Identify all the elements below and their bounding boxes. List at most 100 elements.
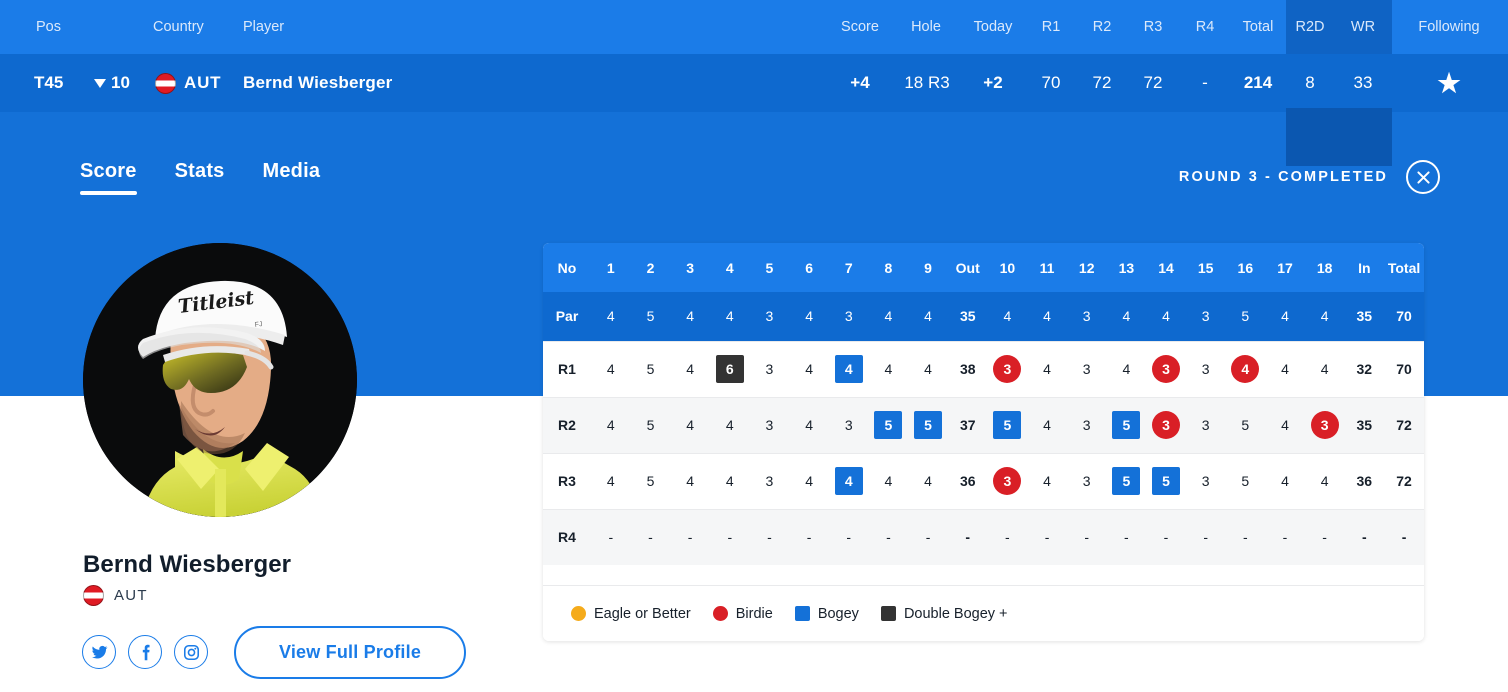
scorecard-cell-r4-14: - — [1146, 508, 1186, 565]
score-badge-birdie: 3 — [993, 467, 1022, 495]
scorecard-cell-r1-6: 4 — [789, 340, 829, 397]
column-header-r2[interactable]: R2 — [1080, 0, 1124, 54]
score-badge-double: 6 — [715, 355, 744, 383]
scorecard-cell-par-17: 4 — [1265, 292, 1305, 341]
score-badge-bogey: 5 — [993, 411, 1022, 439]
score-badge-bogey: 5 — [1112, 411, 1141, 439]
leaderboard-player-row[interactable]: T45 10 AUT Bernd Wiesberger +4 18 R3 +2 … — [0, 54, 1508, 166]
scorecard-cell-r3-13: 5 — [1106, 452, 1147, 509]
scorecard-cell-r3-In: 36 — [1344, 452, 1385, 509]
tab-score[interactable]: Score — [80, 160, 137, 207]
scorecard-cell-r4-11: - — [1027, 508, 1067, 565]
scorecard-cell-r4-13: - — [1106, 508, 1147, 565]
scorecard-cell-r3-18: 4 — [1304, 452, 1345, 509]
scorecard-cell-r4-6: - — [789, 508, 829, 565]
scorecard-cell-r1-17: 4 — [1265, 340, 1305, 397]
austria-flag-icon — [155, 72, 176, 94]
column-header-total[interactable]: Total — [1231, 0, 1285, 54]
scorecard-cell-r4-10: - — [987, 508, 1028, 565]
tab-media[interactable]: Media — [263, 160, 321, 207]
column-header-r3[interactable]: R3 — [1131, 0, 1175, 54]
scorecard-cell-par-18: 4 — [1304, 292, 1345, 341]
score-badge-bogey: 4 — [834, 467, 863, 495]
cell-following[interactable]: ★ — [1394, 54, 1504, 112]
score-badge-bogey: 5 — [874, 411, 903, 439]
cell-country: AUT — [155, 54, 221, 112]
instagram-icon[interactable] — [174, 635, 208, 669]
score-badge-birdie: 3 — [1152, 411, 1181, 439]
close-icon[interactable] — [1406, 160, 1440, 194]
scorecard-cell-par-15: 3 — [1185, 292, 1226, 341]
column-header-wr[interactable]: WR — [1341, 0, 1385, 54]
scorecard-cell-r2-Out: 37 — [947, 396, 988, 453]
scorecard-col-header-out: Out — [947, 243, 988, 292]
column-header-following[interactable]: Following — [1394, 0, 1504, 54]
scorecard-cell-r4-In: - — [1344, 508, 1385, 565]
scorecard-cell-r1-1: 4 — [591, 340, 631, 397]
score-badge-birdie: 4 — [1231, 355, 1260, 383]
player-avatar: Titleist FJ — [83, 243, 357, 517]
column-header-today[interactable]: Today — [963, 0, 1023, 54]
cell-today: +2 — [983, 73, 1003, 92]
scorecard-cell-r2-17: 4 — [1265, 396, 1305, 453]
scorecard-cell-r1-4: 6 — [709, 340, 750, 397]
column-header-r2d[interactable]: R2D — [1288, 0, 1332, 54]
scorecard-cell-r2-6: 4 — [789, 396, 829, 453]
scorecard-cell-r3-7: 4 — [828, 452, 869, 509]
scorecard-cell-r3-4: 4 — [709, 452, 750, 509]
view-full-profile-button[interactable]: View Full Profile — [234, 626, 466, 679]
scorecard-cell-r2-7: 3 — [828, 396, 869, 453]
scorecard-row-label: Par — [543, 292, 591, 341]
scorecard-cell-r1-5: 3 — [749, 340, 790, 397]
scorecard-col-header-hole-15: 15 — [1185, 243, 1226, 292]
scorecard-cell-r3-Total: 72 — [1384, 452, 1424, 509]
column-header-score[interactable]: Score — [830, 0, 890, 54]
scorecard-col-header-hole-10: 10 — [987, 243, 1028, 292]
twitter-icon[interactable] — [82, 635, 116, 669]
scorecard-cell-r4-4: - — [709, 508, 750, 565]
scorecard-col-header-hole-1: 1 — [591, 243, 631, 292]
star-icon[interactable]: ★ — [1437, 70, 1460, 96]
scorecard-cell-r2-3: 4 — [670, 396, 710, 453]
column-header-player[interactable]: Player — [243, 0, 284, 54]
scorecard-row-r1: R1 4 5 4 6 3 4 4 4 4 38 3 4 3 4 3 3 4 4 4 32 70 — [543, 340, 1424, 397]
cell-player-name[interactable]: Bernd Wiesberger — [243, 54, 392, 112]
scorecard-row-label: R4 — [543, 508, 591, 565]
scorecard-col-header-hole-16: 16 — [1225, 243, 1266, 292]
scorecard-body: Par 4 5 4 4 3 4 3 4 4 35 4 4 3 4 4 3 5 4 4 35 70 R1 4 5 4 6 3 4 4 4 4 38… — [543, 292, 1424, 565]
scorecard-cell-r1-3: 4 — [670, 340, 710, 397]
scorecard-cell-r4-8: - — [868, 508, 909, 565]
row-highlight-band — [1286, 108, 1392, 166]
facebook-icon[interactable] — [128, 635, 162, 669]
score-badge-birdie: 3 — [1310, 411, 1339, 439]
column-header-country[interactable]: Country — [153, 0, 204, 54]
legend-item-bogey: Bogey — [794, 605, 859, 622]
tab-stats[interactable]: Stats — [175, 160, 225, 207]
scorecard-cell-r1-15: 3 — [1185, 340, 1226, 397]
scorecard-cell-par-2: 5 — [630, 292, 671, 341]
legend-label: Bogey — [817, 605, 859, 622]
score-badge-bogey: 5 — [1152, 467, 1181, 495]
scorecard-cell-r3-Out: 36 — [947, 452, 988, 509]
scorecard-cell-r4-17: - — [1265, 508, 1305, 565]
scorecard-cell-r2-13: 5 — [1106, 396, 1147, 453]
legend-swatch-birdie-icon — [712, 606, 728, 621]
svg-text:FJ: FJ — [254, 321, 263, 329]
scorecard-cell-par-9: 4 — [908, 292, 948, 341]
scorecard-cell-r2-8: 5 — [868, 396, 909, 453]
player-scorecard-page: Pos Country Player Score Hole Today R1 R… — [0, 0, 1508, 692]
scorecard-cell-par-16: 5 — [1225, 292, 1266, 341]
column-header-r4[interactable]: R4 — [1183, 0, 1227, 54]
scorecard-cell-par-10: 4 — [987, 292, 1028, 341]
column-header-hole[interactable]: Hole — [896, 0, 956, 54]
scorecard-col-header-hole-18: 18 — [1304, 243, 1345, 292]
scorecard-cell-r3-6: 4 — [789, 452, 829, 509]
scorecard-cell-par-Out: 35 — [947, 292, 988, 341]
cell-wr: 33 — [1353, 73, 1373, 92]
scorecard-row-r2: R2 4 5 4 4 3 4 3 5 5 37 5 4 3 5 3 3 5 4 3 35 72 — [543, 396, 1424, 453]
column-header-pos[interactable]: Pos — [36, 0, 61, 54]
column-header-r1[interactable]: R1 — [1029, 0, 1073, 54]
scorecard-cell-r3-2: 5 — [630, 452, 671, 509]
cell-hole: 18 R3 — [904, 73, 950, 92]
scorecard-cell-r2-1: 4 — [591, 396, 631, 453]
